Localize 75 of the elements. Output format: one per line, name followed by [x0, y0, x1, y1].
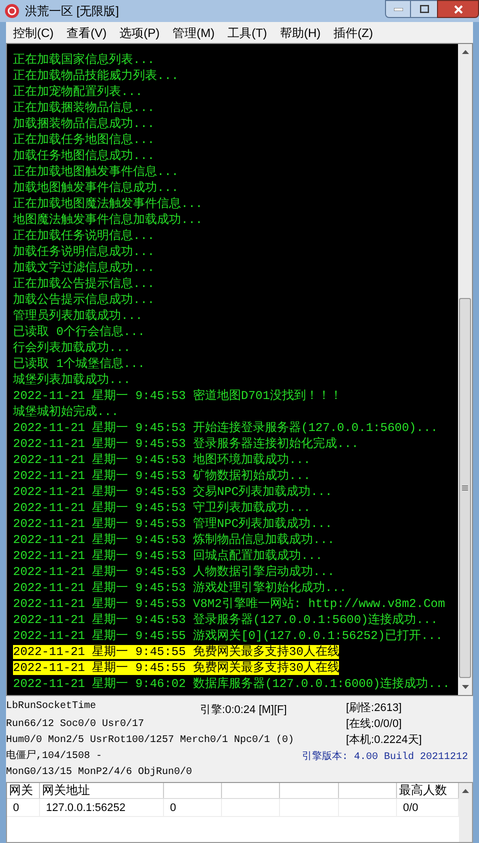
scrollbar[interactable] — [458, 44, 472, 695]
menu-item[interactable]: 插件(Z) — [328, 24, 379, 42]
close-button[interactable] — [437, 0, 479, 18]
log-line: 2022-11-21 星期一 9:45:53 矿物数据初始成功... — [13, 469, 311, 483]
status-counter: [刷怪:2613] — [346, 701, 403, 716]
status-text: MonG0/13/15 MonP2/4/6 ObjRun0/0 — [6, 766, 192, 780]
log-line: 2022-11-21 星期一 9:45:53 登录服务器连接初始化完成... — [13, 437, 359, 451]
table-cell: 0 — [7, 799, 40, 816]
status-text: 电僵尸,104/1508 - — [6, 749, 102, 764]
maximize-icon — [420, 5, 428, 13]
log-line: 加载任务说明信息成功... — [13, 245, 155, 259]
log-line: 2022-11-21 星期一 9:45:53 登录服务器(127.0.0.1:5600)连接成功... — [13, 613, 438, 627]
table-cell: 127.0.0.1:56252 — [40, 799, 164, 816]
scroll-thumb[interactable] — [459, 298, 471, 678]
log-line: 城堡城初始完成... — [13, 405, 119, 419]
log-line: 2022-11-21 星期一 9:45:53 炼制物品信息加载成功... — [13, 533, 335, 547]
log-line: 正在加载国家信息列表... — [13, 53, 155, 67]
maximize-button[interactable] — [411, 0, 437, 18]
log-line: 正在加宠物配置列表... — [13, 85, 143, 99]
status-text: LbRunSocketTime — [6, 700, 96, 714]
log-line: 加载任务地图信息成功... — [13, 149, 155, 163]
log-line: 加载地图触发事件信息成功... — [13, 181, 179, 195]
status-counter: [本机:0.2224天] — [346, 733, 423, 748]
log-line: 2022-11-21 星期一 9:45:53 游戏处理引擎初始化成功... — [13, 581, 347, 595]
status-counter: [在线:0/0/0] — [346, 717, 403, 732]
log-line: 2022-11-21 星期一 9:45:53 回城点配置加载成功... — [13, 549, 323, 563]
log-line: 2022-11-21 星期一 9:45:55 游戏网关[0](127.0.0.1:56252)已打开... — [13, 629, 443, 643]
log-line: 2022-11-21 星期一 9:45:53 人物数据引擎启动成功... — [13, 565, 335, 579]
log-line: 加载公告提示信息成功... — [13, 293, 155, 307]
table-scrollbar[interactable] — [459, 783, 472, 842]
menu-item[interactable]: 工具(T) — [222, 24, 273, 42]
status-text: Run66/12 Soc0/0 Usr0/17 — [6, 718, 144, 732]
log-line: 2022-11-21 星期一 9:45:53 管理NPC列表加载成功... — [13, 517, 332, 531]
log-line: 行会列表加载成功... — [13, 341, 131, 355]
status-text: Hum0/0 Mon2/5 UsrRot100/1257 Merch0/1 Npc0/1 (0) — [6, 734, 294, 748]
column-header[interactable]: 网关 — [7, 783, 40, 798]
log-line: 2022-11-21 星期一 9:45:53 地图环境加载成功... — [13, 453, 311, 467]
log-line: 管理员列表加载成功... — [13, 309, 143, 323]
log-line: 2022-11-21 星期一 9:45:53 开始连接登录服务器(127.0.0.1:5600)... — [13, 421, 438, 435]
scroll-up-icon — [462, 50, 468, 54]
log-line: 正在加载任务说明信息... — [13, 229, 155, 243]
log-line: 城堡列表加载成功... — [13, 373, 131, 387]
log-line: 2022-11-21 星期一 9:45:53 交易NPC列表加载成功... — [13, 485, 332, 499]
log-line: 正在加载地图魔法触发事件信息... — [13, 197, 203, 211]
menu-item[interactable]: 帮助(H) — [274, 24, 327, 42]
window-title: 洪荒一区 [无限版] — [25, 3, 120, 20]
log-line: 2022-11-21 星期一 9:46:02 数据库服务器(127.0.0.1:6000)连接成功... — [13, 677, 450, 691]
log-line: 正在加载公告提示信息... — [13, 277, 155, 291]
scroll-down-icon — [462, 685, 468, 689]
minimize-icon — [394, 8, 402, 10]
log-line: 加载捆装物品信息成功... — [13, 117, 155, 131]
minimize-button[interactable] — [385, 0, 411, 18]
log-line: 加载文字过滤信息成功... — [13, 261, 155, 275]
engine-time: 引擎:0:0:24 [M][F] — [200, 703, 287, 717]
app-icon — [5, 4, 19, 18]
close-icon — [454, 4, 462, 14]
engine-version: 引擎版本: 4.00 Build 20211212 — [302, 750, 470, 765]
table-cell: 0 — [164, 799, 222, 816]
log-line: 2022-11-21 星期一 9:45:53 V8M2引擎唯一网站: http://www.v8m2.Com — [13, 597, 446, 611]
log-line: 已读取 0个行会信息... — [13, 325, 146, 339]
log-line: 正在加载捆装物品信息... — [13, 101, 155, 115]
log-line: 地图魔法触发事件信息加载成功... — [13, 213, 203, 227]
log-line: 正在加载地图触发事件信息... — [13, 165, 179, 179]
column-header[interactable]: 网关地址 — [40, 783, 164, 798]
log-line: 正在加载任务地图信息... — [13, 133, 155, 147]
log-line: 2022-11-21 星期一 9:45:53 密道地图D701没找到！！！ — [13, 389, 342, 403]
menu-item[interactable]: 选项(P) — [114, 24, 166, 42]
menu-item[interactable]: 查看(V) — [60, 24, 113, 42]
grip-icon — [462, 485, 468, 491]
menu-item[interactable]: 管理(M) — [166, 24, 221, 42]
log-line: 已读取 1个城堡信息... — [13, 357, 146, 371]
scroll-up-icon — [462, 789, 469, 793]
menu-item[interactable]: 控制(C) — [7, 24, 60, 42]
log-line: 正在加载物品技能威力列表... — [13, 69, 179, 83]
log-line: 2022-11-21 星期一 9:45:53 守卫列表加载成功... — [13, 501, 311, 515]
